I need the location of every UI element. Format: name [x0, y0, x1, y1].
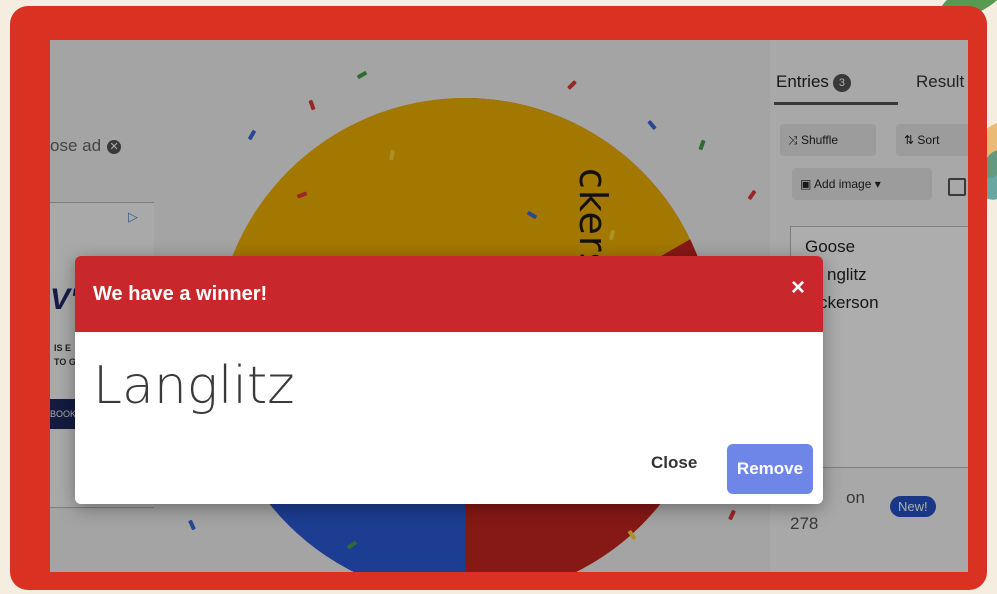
dialog-title: We have a winner!	[93, 283, 268, 305]
close-button[interactable]: Close	[645, 452, 703, 474]
close-icon[interactable]: ×	[791, 274, 805, 302]
remove-button[interactable]: Remove	[727, 444, 813, 494]
winner-name: Langlitz	[93, 356, 295, 416]
dialog-header: We have a winner! ×	[75, 256, 823, 332]
winner-dialog: We have a winner! × Langlitz Close Remov…	[75, 256, 823, 504]
